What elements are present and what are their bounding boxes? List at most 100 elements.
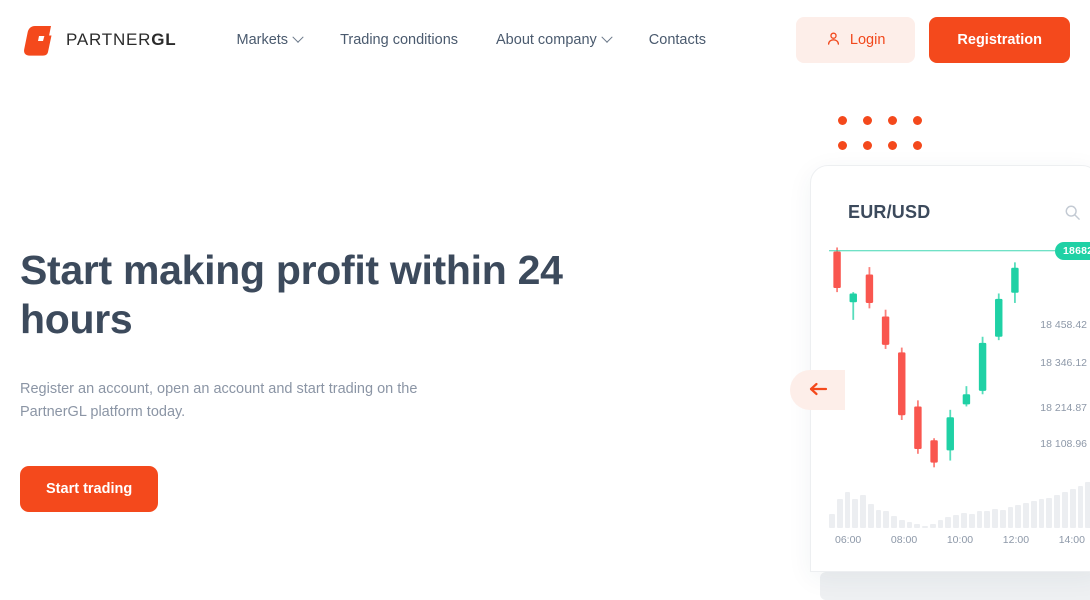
auth-actions: Login Registration xyxy=(795,17,1070,63)
volume-bar xyxy=(922,525,928,528)
volume-bar xyxy=(984,510,991,528)
carousel-prev-button[interactable] xyxy=(790,370,845,410)
volume-bar xyxy=(1085,482,1090,528)
volume-bar xyxy=(836,499,843,528)
volume-bar xyxy=(1007,506,1014,528)
price-tick-label: 18 346.12 xyxy=(1040,357,1087,370)
volume-bar xyxy=(1054,494,1060,528)
time-tick-label: 14:00 xyxy=(1058,534,1085,546)
volume-bar xyxy=(883,511,890,528)
volume-bar xyxy=(1077,485,1084,528)
landing-page: PARTNERGL Markets Trading conditions Abo… xyxy=(0,0,1090,600)
volume-bar xyxy=(914,524,921,528)
registration-button[interactable]: Registration xyxy=(929,17,1070,63)
candle-body xyxy=(881,316,890,345)
chevron-down-icon xyxy=(292,31,304,43)
nav-item-about-company[interactable]: About company xyxy=(496,31,613,48)
volume-bar xyxy=(860,494,866,528)
time-tick-label: 10:00 xyxy=(946,534,974,546)
dot xyxy=(838,141,847,150)
nav-item-markets-label: Markets xyxy=(236,32,289,48)
volume-bar xyxy=(929,523,936,528)
volume-bar xyxy=(1015,505,1022,528)
nav-item-trading-conditions[interactable]: Trading conditions xyxy=(340,32,458,48)
dot xyxy=(888,141,897,150)
hero-subtext: Register an account, open an account and… xyxy=(20,381,418,420)
nav-item-contacts[interactable]: Contacts xyxy=(649,32,706,48)
price-tick-label: 18 214.87 xyxy=(1040,401,1087,414)
candle-body xyxy=(946,417,954,451)
volume-bar xyxy=(1038,499,1045,528)
hero-section: Start making profit within 24 hours Regi… xyxy=(20,246,640,512)
volume-bar xyxy=(867,504,874,528)
volume-bar xyxy=(1046,497,1053,528)
decorative-dot-grid xyxy=(838,116,938,166)
volume-bar xyxy=(1023,503,1029,528)
dot xyxy=(913,141,922,150)
volume-bar xyxy=(1061,492,1068,528)
time-tick-label: 06:00 xyxy=(835,534,862,546)
chevron-down-icon xyxy=(601,31,613,43)
candle-body xyxy=(978,342,987,391)
volume-bar xyxy=(875,509,882,528)
hero-heading: Start making profit within 24 hours xyxy=(20,247,563,342)
volume-bar xyxy=(961,513,967,528)
candle-body xyxy=(849,293,857,303)
partnergl-logo-icon xyxy=(20,22,56,58)
volume-bar xyxy=(844,492,851,528)
site-header: PARTNERGL Markets Trading conditions Abo… xyxy=(0,0,1090,80)
dot xyxy=(863,116,872,125)
hero-visual: EUR/USD 18682.34 18 458.4218 346.1218 21… xyxy=(790,0,1090,600)
price-axis: 18 458.42 18 346.12 18 214.87 18 108.96 xyxy=(1003,238,1090,468)
volume-bar xyxy=(1030,501,1037,528)
chart-card-shadow-layer xyxy=(820,572,1090,600)
nav-item-about-company-label: About company xyxy=(496,32,597,48)
brand-logo[interactable]: PARTNERGL xyxy=(20,22,176,58)
volume-bar xyxy=(992,508,998,528)
volume-bar xyxy=(945,516,952,528)
nav-item-markets[interactable]: Markets xyxy=(236,31,304,48)
volume-bar xyxy=(891,516,897,528)
dot xyxy=(888,116,897,125)
nav-item-trading-conditions-label: Trading conditions xyxy=(340,32,459,48)
main-navigation: Markets Trading conditions About company… xyxy=(236,31,706,48)
price-tick-label: 18 458.42 xyxy=(1040,319,1087,332)
candle-body xyxy=(914,406,922,450)
login-button-label: Login xyxy=(849,32,886,48)
volume-bar xyxy=(906,522,913,528)
candle-body xyxy=(995,298,1003,337)
chart-widget-card: EUR/USD 18682.34 18 458.4218 346.1218 21… xyxy=(810,165,1090,572)
nav-item-contacts-label: Contacts xyxy=(648,32,707,48)
time-axis: 06:00 08:00 10:00 12:00 14:00 xyxy=(829,534,1090,546)
candle-body xyxy=(865,274,874,303)
volume-bar xyxy=(852,498,859,528)
start-trading-button[interactable]: Start trading xyxy=(20,466,159,512)
arrow-left-icon xyxy=(808,382,828,399)
time-tick-label: 08:00 xyxy=(890,534,918,546)
search-icon[interactable] xyxy=(1064,204,1081,226)
volume-bar xyxy=(898,519,905,528)
user-icon xyxy=(826,31,841,50)
volume-bar xyxy=(937,519,944,528)
volume-bar xyxy=(953,515,960,528)
candle-body xyxy=(962,394,971,405)
brand-name-bold: GL xyxy=(151,30,177,49)
candle-body xyxy=(898,352,906,416)
dot xyxy=(863,141,872,150)
volume-bar xyxy=(1069,489,1076,528)
candle-body xyxy=(930,440,938,463)
brand-name-light: PARTNER xyxy=(66,30,152,49)
volume-bars xyxy=(829,478,1090,528)
dot xyxy=(838,116,847,125)
price-tick-label: 18 108.96 xyxy=(1040,437,1087,450)
candle-body xyxy=(833,251,841,289)
brand-name: PARTNERGL xyxy=(66,30,176,50)
chart-pair-title: EUR/USD xyxy=(848,202,931,222)
volume-bar xyxy=(968,514,975,528)
dot xyxy=(913,116,922,125)
login-button[interactable]: Login xyxy=(795,17,916,63)
volume-bar xyxy=(999,509,1006,528)
volume-bar xyxy=(976,511,983,528)
volume-bar xyxy=(829,514,835,528)
time-tick-label: 12:00 xyxy=(1002,534,1030,546)
